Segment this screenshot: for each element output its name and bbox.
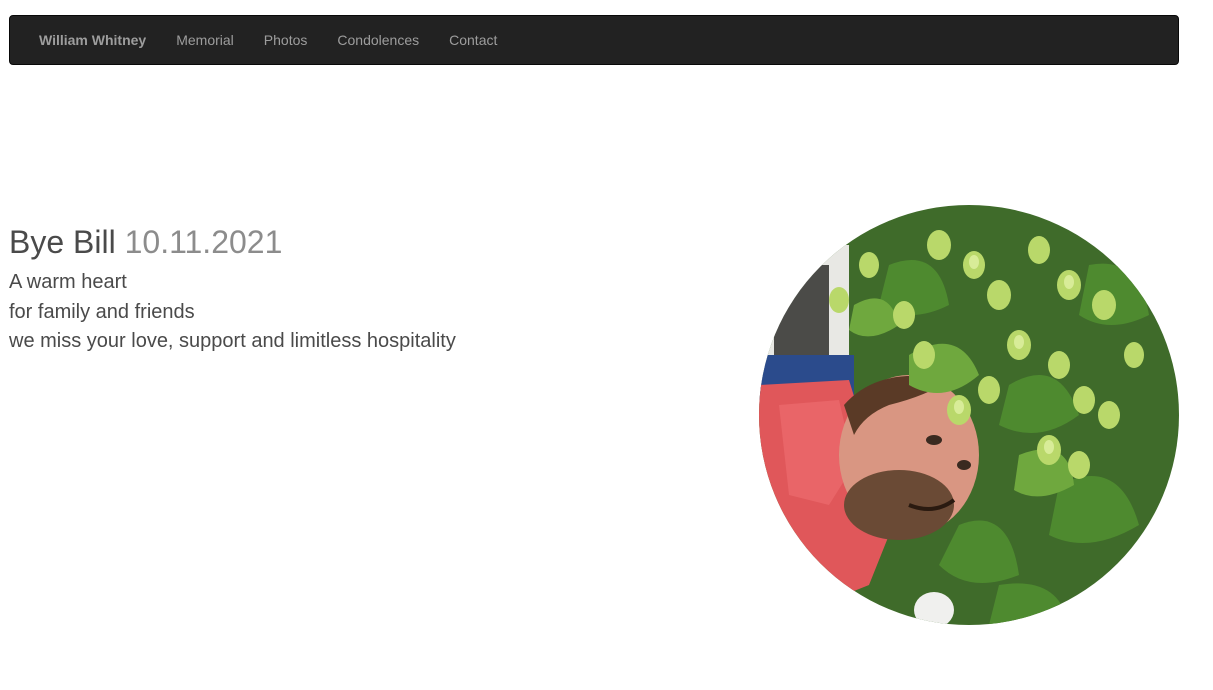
tagline-line-2: for family and friends	[9, 300, 195, 323]
nav-link-memorial[interactable]: Memorial	[176, 32, 234, 48]
brand-link[interactable]: William Whitney	[39, 32, 146, 48]
nav-link-contact[interactable]: Contact	[449, 32, 497, 48]
memorial-date: 10.11.2021	[124, 224, 283, 260]
tagline-line-1: A warm heart	[9, 271, 127, 293]
tagline-line-3: we miss your love, support and limitless…	[9, 330, 456, 352]
title-text: Bye Bill	[9, 224, 116, 260]
top-navbar: William Whitney Memorial Photos Condolen…	[9, 15, 1179, 65]
page-title: Bye Bill 10.11.2021	[9, 222, 456, 262]
nav-link-photos[interactable]: Photos	[264, 32, 308, 48]
nav-link-condolences[interactable]: Condolences	[337, 32, 419, 48]
nav-links: Memorial Photos Condolences Contact	[176, 32, 527, 48]
hero-section: Bye Bill 10.11.2021 A warm heart for fam…	[9, 222, 456, 357]
portrait-illustration	[759, 205, 1179, 625]
portrait-photo	[759, 205, 1179, 625]
